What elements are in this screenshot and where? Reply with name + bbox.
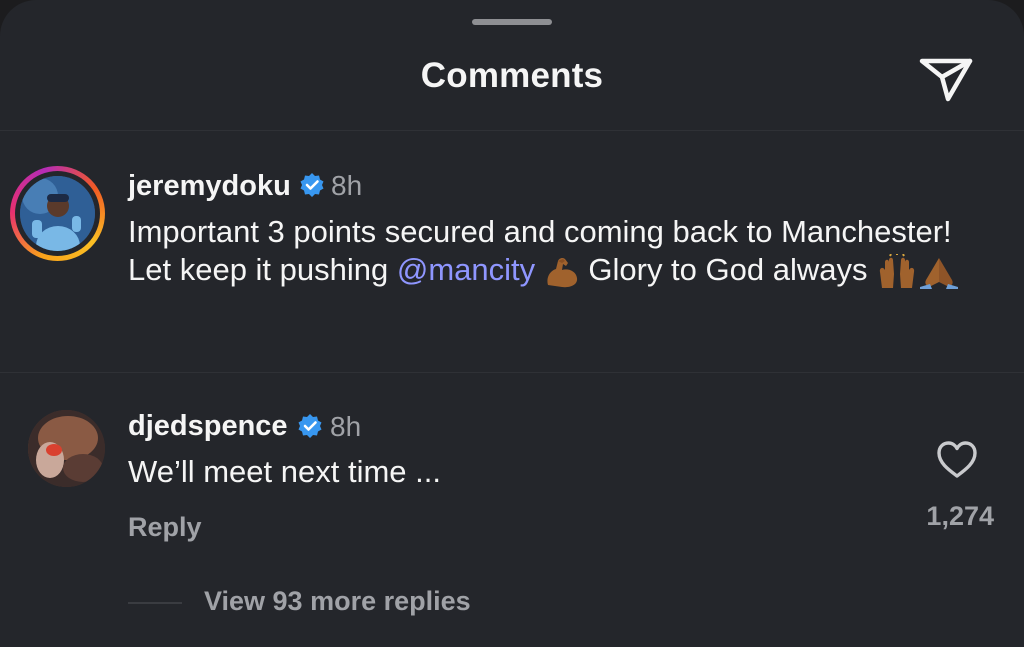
verified-badge-icon bbox=[300, 173, 324, 197]
reply-button[interactable]: Reply bbox=[128, 512, 202, 543]
folded-hands-icon bbox=[920, 257, 959, 289]
story-ring[interactable] bbox=[10, 166, 105, 261]
send-icon bbox=[919, 58, 973, 102]
heart-icon bbox=[937, 441, 977, 478]
avatar-photo bbox=[28, 410, 105, 487]
comments-sheet: Comments jeremydoku 8h Important 3 point… bbox=[0, 0, 1024, 647]
share-button[interactable] bbox=[916, 52, 976, 104]
raising-hands-icon bbox=[879, 253, 915, 288]
flexed-biceps-icon bbox=[547, 257, 577, 287]
comment-time: 8h bbox=[331, 170, 363, 201]
avatar[interactable] bbox=[28, 410, 105, 487]
header-divider bbox=[0, 130, 1024, 131]
comment-text: Important 3 points secured and coming ba… bbox=[128, 213, 988, 290]
comment-username[interactable]: jeremydoku bbox=[128, 170, 291, 203]
mention-link[interactable]: @mancity bbox=[397, 252, 535, 287]
comment-time: 8h bbox=[330, 411, 362, 442]
comment-username[interactable]: djedspence bbox=[128, 410, 288, 443]
sheet-grabber[interactable] bbox=[472, 19, 552, 25]
view-replies-button[interactable]: View 93 more replies bbox=[204, 586, 471, 617]
comment-divider bbox=[0, 372, 1024, 373]
like-count: 1,274 bbox=[926, 501, 994, 531]
page-title: Comments bbox=[420, 56, 604, 95]
avatar bbox=[20, 176, 95, 251]
like-button[interactable] bbox=[935, 440, 979, 480]
verified-badge-icon bbox=[298, 414, 322, 438]
replies-line bbox=[128, 602, 182, 604]
avatar-photo bbox=[20, 176, 95, 251]
comment-text: We’ll meet next time ... bbox=[128, 454, 441, 489]
